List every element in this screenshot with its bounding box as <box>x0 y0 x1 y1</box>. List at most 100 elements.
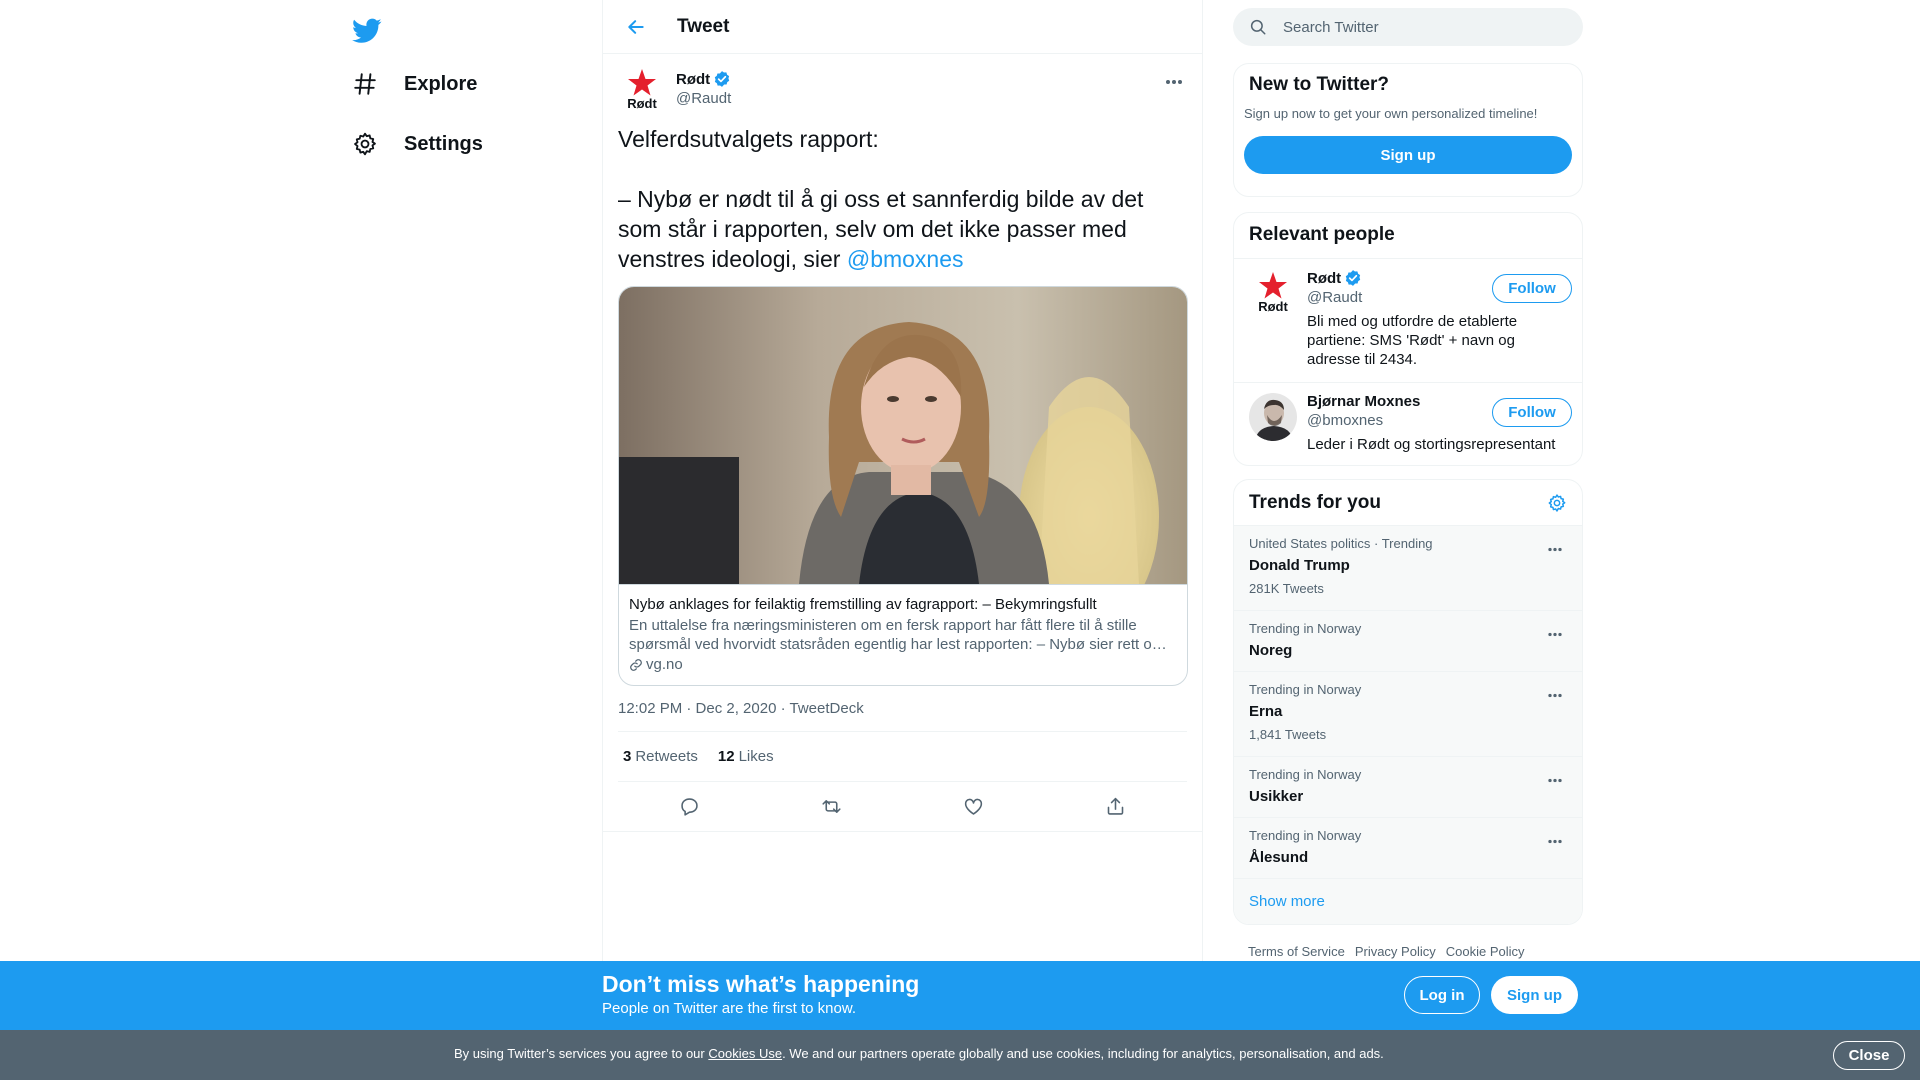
avatar[interactable]: Rødt <box>618 66 666 114</box>
trend-context: United States politics · Trending <box>1249 536 1433 551</box>
tweet-meta: 12:02 PM · Dec 2, 2020 · TweetDeck <box>618 700 1187 732</box>
new-to-twitter-subtitle: Sign up now to get your own personalized… <box>1244 106 1538 121</box>
trend-count: 281K Tweets <box>1249 581 1324 596</box>
avatar-logo-text: Rødt <box>627 96 657 111</box>
tweet-text: Velferdsutvalgets rapport: – Nybø er nød… <box>618 126 1144 272</box>
trend-more-button[interactable] <box>1542 767 1568 793</box>
nav-item-settings[interactable]: Settings <box>348 119 483 169</box>
trend-more-button[interactable] <box>1542 828 1568 854</box>
trend-context: Trending in Norway <box>1249 682 1362 697</box>
tweet-actions <box>603 782 1202 832</box>
share-button[interactable] <box>1097 788 1135 826</box>
trend-item[interactable]: Trending in Norway Erna 1,841 Tweets <box>1234 672 1582 757</box>
signup-banner: Don’t miss what’s happening People on Tw… <box>0 961 1920 1030</box>
mention-link[interactable]: @bmoxnes <box>847 246 964 272</box>
main-header: Tweet <box>603 0 1202 54</box>
tweet: Rødt Rødt @Raudt Velferdsutvalgets rappo… <box>603 54 1202 832</box>
card-description: En uttalelse fra næringsministeren om en… <box>629 617 1167 653</box>
follow-button[interactable]: Follow <box>1492 274 1572 303</box>
retweet-button[interactable] <box>812 788 850 826</box>
follow-button[interactable]: Follow <box>1492 398 1572 427</box>
like-button[interactable] <box>955 788 993 826</box>
trend-context: Trending in Norway <box>1249 828 1362 843</box>
person-item[interactable]: Rødt Rødt @Raudt Bli med og utfordre de … <box>1234 259 1582 383</box>
relevant-people-title: Relevant people <box>1249 224 1395 245</box>
arrow-left-icon <box>628 19 644 34</box>
show-more-link[interactable]: Show more <box>1234 879 1582 924</box>
trend-context: Trending in Norway <box>1249 621 1362 636</box>
trend-item[interactable]: Trending in Norway Usikker <box>1234 757 1582 818</box>
person-item[interactable]: Bjørnar Moxnes @bmoxnes Leder i Rødt og … <box>1234 383 1582 465</box>
trend-more-button[interactable] <box>1542 682 1568 708</box>
page-title: Tweet <box>677 15 730 37</box>
new-to-twitter-title: New to Twitter? <box>1249 74 1390 95</box>
author-name[interactable]: Rødt <box>676 70 731 88</box>
search-input[interactable] <box>1283 18 1553 36</box>
heart-icon <box>964 798 983 815</box>
nav-item-explore[interactable]: Explore <box>348 59 477 109</box>
author-handle[interactable]: @Raudt <box>676 90 731 107</box>
person-bio: Leder i Rødt og stortingsrepresentant <box>1307 436 1556 453</box>
verified-badge-icon <box>714 71 730 87</box>
trends-settings-gear-icon[interactable] <box>1547 493 1567 513</box>
cookie-bar: By using Twitter’s services you agree to… <box>0 1030 1920 1080</box>
card-title: Nybø anklages for feilaktig fremstilling… <box>629 596 1097 613</box>
banner-signup-button[interactable]: Sign up <box>1491 976 1578 1014</box>
reply-button[interactable] <box>670 788 708 826</box>
tweet-source-link[interactable]: TweetDeck <box>790 700 864 717</box>
nav-label-settings: Settings <box>404 132 483 155</box>
trends-title: Trends for you <box>1249 491 1381 513</box>
login-button[interactable]: Log in <box>1404 976 1480 1014</box>
tweet-author: Rødt Rødt @Raudt <box>618 66 1187 116</box>
search-box[interactable] <box>1233 8 1583 46</box>
back-button[interactable] <box>617 8 655 46</box>
trend-name: Usikker <box>1249 788 1304 805</box>
nav-label-explore: Explore <box>404 72 478 95</box>
trend-more-button[interactable] <box>1542 621 1568 647</box>
trend-item[interactable]: Trending in Norway Noreg <box>1234 611 1582 672</box>
trend-item[interactable]: Trending in Norway Ålesund <box>1234 818 1582 879</box>
more-dots-icon <box>1548 632 1562 636</box>
sidebar-signup-button[interactable]: Sign up <box>1244 136 1572 174</box>
new-to-twitter-panel: New to Twitter? Sign up now to get your … <box>1233 63 1583 197</box>
share-icon <box>1108 797 1124 815</box>
hashtag-icon <box>348 67 382 101</box>
cookie-close-button[interactable]: Close <box>1833 1041 1905 1070</box>
tweet-stats: 3 Retweets 12 Likes <box>618 732 1187 782</box>
footer-link-privacy[interactable]: Privacy Policy <box>1355 944 1436 959</box>
footer-links: Terms of Service Privacy Policy Cookie P… <box>1248 944 1535 959</box>
link-icon <box>630 658 642 671</box>
gear-icon <box>348 127 382 161</box>
search-icon <box>1250 19 1266 35</box>
trend-name: Noreg <box>1249 642 1293 659</box>
tweet-timestamp[interactable]: 12:02 PM · Dec 2, 2020 <box>618 700 776 717</box>
trends-panel: Trends for you United States politics · … <box>1233 479 1583 925</box>
more-dots-icon <box>1548 693 1562 697</box>
card-domain: vg.no <box>629 656 1177 673</box>
reply-icon <box>680 798 698 816</box>
more-options-button[interactable] <box>1160 68 1188 96</box>
trend-count: 1,841 Tweets <box>1249 727 1327 742</box>
trend-context: Trending in Norway <box>1249 767 1362 782</box>
twitter-bird-icon[interactable] <box>348 12 386 50</box>
footer-link-cookies[interactable]: Cookie Policy <box>1446 944 1525 959</box>
banner-title: Don’t miss what’s happening <box>602 971 920 997</box>
trend-item[interactable]: United States politics · Trending Donald… <box>1234 526 1582 611</box>
likes-stat[interactable]: 12 Likes <box>718 748 774 765</box>
avatar[interactable]: Rødt <box>1249 269 1297 317</box>
avatar-logo-text: Rødt <box>1258 299 1288 314</box>
more-dots-icon <box>1166 80 1182 84</box>
retweets-stat[interactable]: 3 Retweets <box>623 748 698 765</box>
more-dots-icon <box>1548 839 1562 843</box>
more-dots-icon <box>1548 547 1562 551</box>
footer-link-terms[interactable]: Terms of Service <box>1248 944 1345 959</box>
cookies-use-link[interactable]: Cookies Use <box>708 1046 782 1061</box>
trend-name: Erna <box>1249 703 1283 720</box>
trend-name: Donald Trump <box>1249 557 1350 574</box>
person-bio: Bli med og utfordre de etablerte partien… <box>1307 313 1518 368</box>
main-column: Tweet Rødt Rødt @Raudt Velferdsutvalgets… <box>602 0 1203 1080</box>
link-card[interactable]: Nybø anklages for feilaktig fremstilling… <box>618 286 1188 686</box>
trend-more-button[interactable] <box>1542 536 1568 562</box>
retweet-icon <box>822 800 841 813</box>
avatar[interactable] <box>1249 393 1297 441</box>
